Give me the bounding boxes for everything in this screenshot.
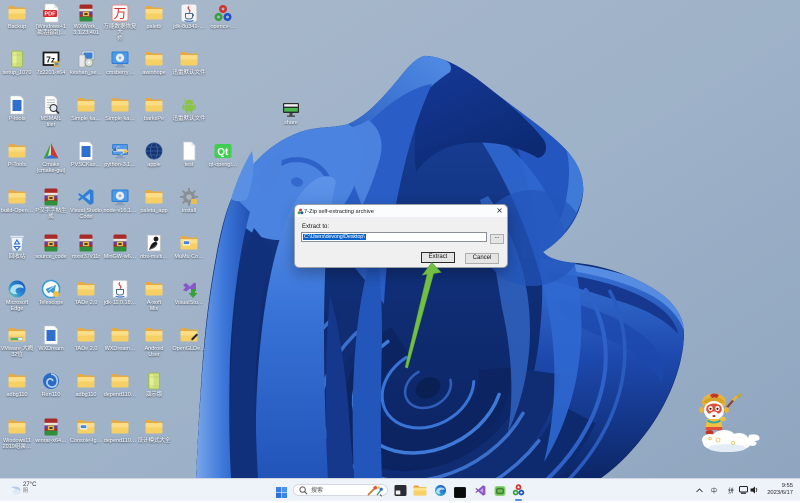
svg-text:7z: 7z — [46, 54, 55, 64]
svg-text:Qt: Qt — [217, 147, 229, 158]
svg-text:万: 万 — [113, 6, 126, 21]
svg-text:PDF: PDF — [44, 12, 56, 18]
